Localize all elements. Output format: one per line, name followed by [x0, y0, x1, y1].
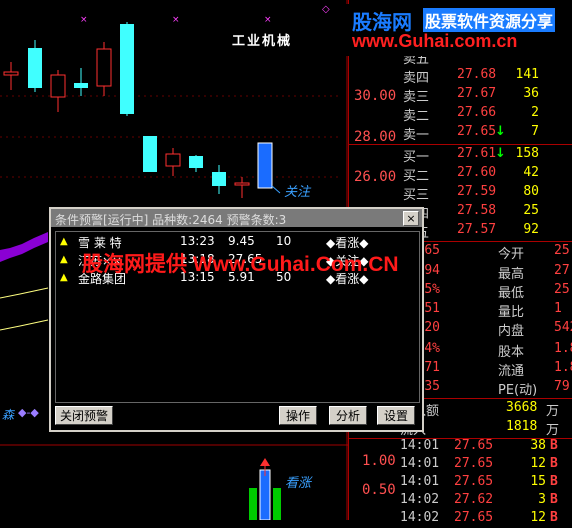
settings-button[interactable]: 设置: [377, 406, 415, 425]
sector-label: 工业机械: [232, 34, 293, 49]
focus-label: 关注: [284, 185, 311, 200]
analyze-button[interactable]: 分析: [329, 406, 367, 425]
bullish-label: 看涨: [285, 476, 312, 491]
candle: [3, 62, 19, 90]
alert-icon: ▲: [60, 236, 68, 247]
candle: [28, 40, 42, 92]
orderbook-row[interactable]: 卖二 27.66 2: [349, 105, 572, 124]
operate-button[interactable]: 操作: [279, 406, 317, 425]
ma-band: [0, 232, 48, 262]
dialog-title-bar[interactable]: 条件预警[运行中] 品种数:2464 预警条数:3 ×: [51, 209, 422, 227]
candle: [143, 136, 157, 172]
candle: [234, 177, 250, 198]
orderbook-row[interactable]: 卖四 27.68 141: [349, 67, 572, 86]
tick-row: 14:01 27.65 38 B: [400, 438, 558, 453]
candle: [257, 142, 273, 189]
diamond-marks: ◆-◆: [18, 406, 39, 419]
volume-bar: [259, 469, 271, 520]
alert-dialog: 条件预警[运行中] 品种数:2464 预警条数:3 × ▲ 雪 莱 特 13:2…: [49, 207, 424, 432]
orderbook-row[interactable]: 买一 27.61 ↓ 158: [349, 146, 572, 165]
signal-mark: ×: [80, 15, 88, 25]
watermark-center-text: 股海网提供 Www.Guhai.Com.CN: [82, 253, 399, 276]
tick-row: 14:02 27.62 3 B: [400, 492, 558, 507]
tick-row: 14:01 27.65 15 B: [400, 474, 558, 489]
orderbook-row[interactable]: 买三 27.59 80: [349, 184, 572, 203]
tick-row: 14:01 27.65 12 B: [400, 456, 558, 471]
volume-bar: [273, 488, 281, 520]
candle: [120, 22, 134, 116]
ma-line: [0, 287, 49, 299]
signal-mark: ◇: [322, 4, 330, 15]
divider: [348, 144, 572, 145]
candle: [212, 165, 226, 194]
dialog-title: 条件预警[运行中] 品种数:2464 预警条数:3: [55, 213, 287, 227]
signal-mark: ×: [264, 15, 272, 25]
watermark-url: www.Guhai.com.cn: [352, 31, 518, 51]
tick-row: 14:02 27.65 12 B: [400, 510, 558, 525]
orderbook-row[interactable]: 卖一 27.65 ↓ 7: [349, 124, 572, 143]
watermark-subtitle: 股票软件资源分享: [423, 8, 556, 32]
candle: [189, 155, 203, 172]
candle: [74, 68, 88, 96]
left-note: 森: [2, 408, 15, 422]
orderbook-row[interactable]: 卖三 27.67 36: [349, 86, 572, 105]
ma-line: [0, 319, 49, 331]
signal-mark: ×: [172, 15, 180, 25]
candle: [50, 70, 66, 112]
candle: [165, 148, 181, 176]
candle: [96, 42, 112, 96]
alert-icon: ▲: [60, 272, 68, 283]
orderbook-row[interactable]: 买二 27.60 42: [349, 165, 572, 184]
close-alert-button[interactable]: 关闭预警: [55, 406, 113, 425]
alert-icon: ▲: [60, 254, 68, 265]
close-button[interactable]: ×: [403, 211, 419, 226]
volume-bar: [249, 488, 257, 520]
